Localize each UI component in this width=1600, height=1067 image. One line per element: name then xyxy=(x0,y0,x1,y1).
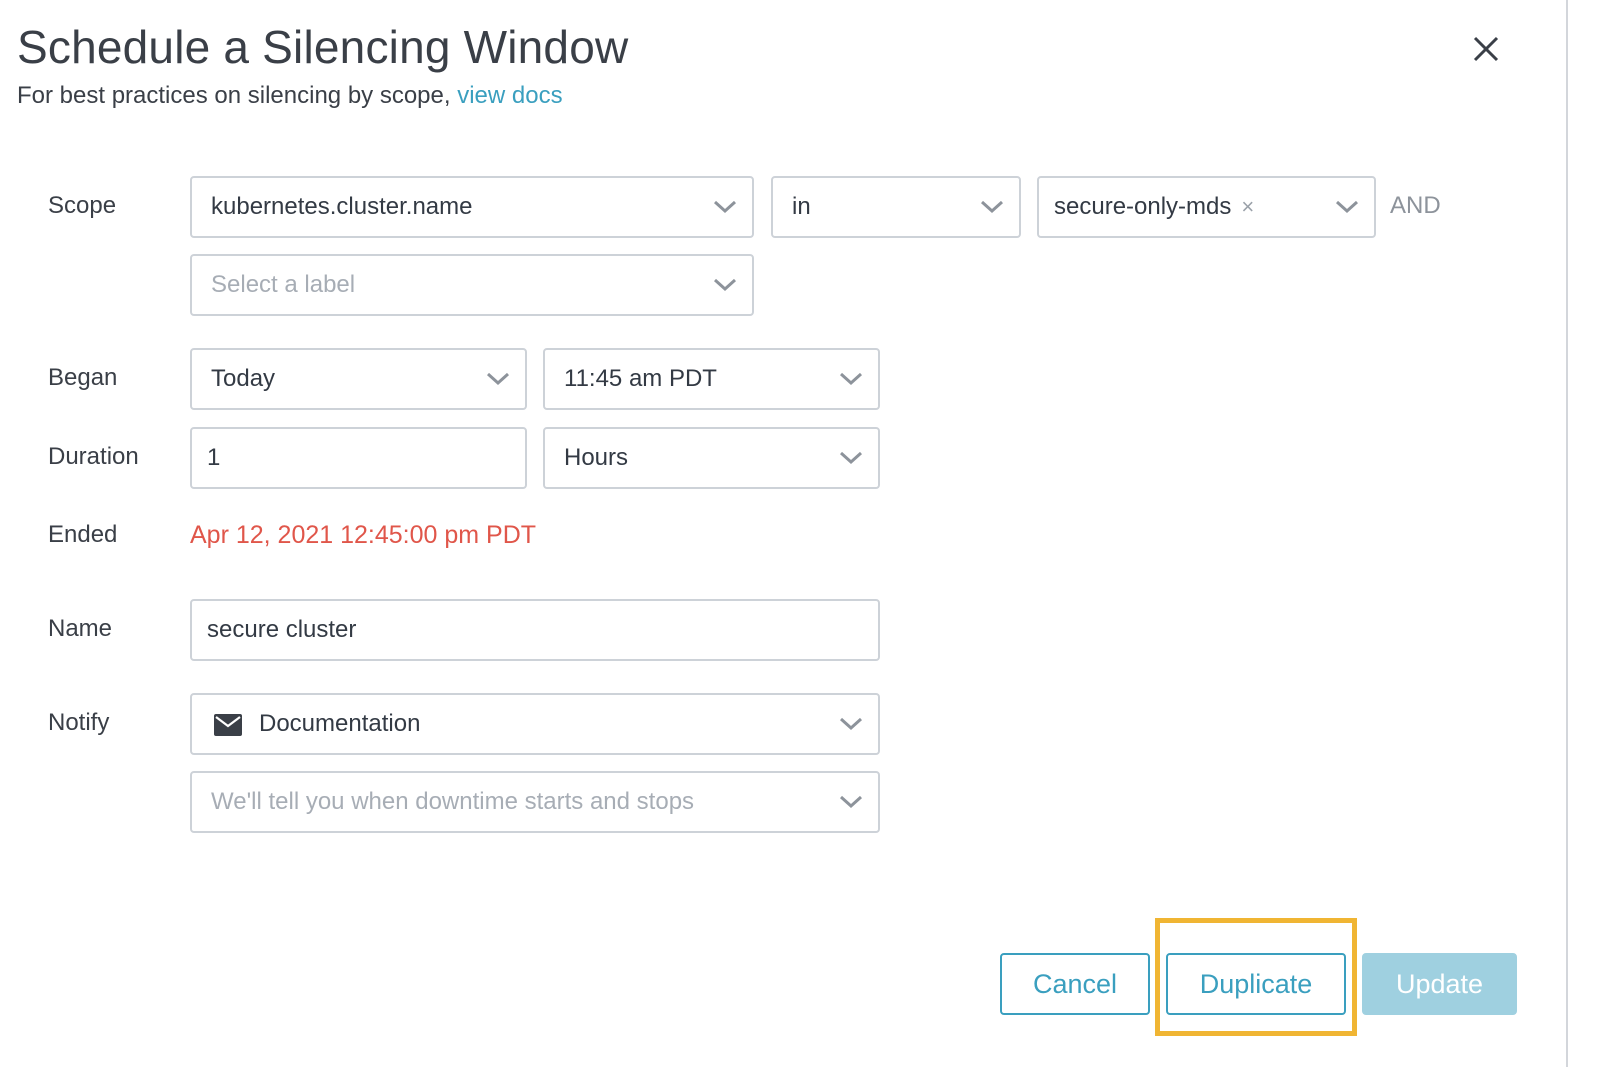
ended-label: Ended xyxy=(48,521,118,548)
scope-value-tag: secure-only-mds xyxy=(1054,193,1232,220)
notify-channel-value: Documentation xyxy=(259,710,421,737)
duration-unit-value: Hours xyxy=(564,444,629,471)
cancel-button[interactable]: Cancel xyxy=(1000,953,1150,1015)
chevron-down-icon xyxy=(839,795,863,809)
scope-value-select[interactable]: secure-only-mds × xyxy=(1037,176,1376,238)
subtitle-text: For best practices on silencing by scope… xyxy=(17,82,458,109)
began-time-select[interactable]: 11:45 am PDT xyxy=(543,348,880,410)
chevron-down-icon xyxy=(713,278,737,292)
chevron-down-icon xyxy=(713,200,737,214)
duration-amount-value: 1 xyxy=(207,444,221,471)
scope-operator-value: in xyxy=(792,193,811,220)
chevron-down-icon xyxy=(486,372,510,386)
update-button[interactable]: Update xyxy=(1362,953,1517,1015)
chevron-down-icon xyxy=(839,451,863,465)
name-input[interactable]: secure cluster xyxy=(190,599,880,661)
began-date-select[interactable]: Today xyxy=(190,348,527,410)
notify-channel-select[interactable]: Documentation xyxy=(190,693,880,755)
dialog-title: Schedule a Silencing Window xyxy=(17,21,629,73)
began-time-value: 11:45 am PDT xyxy=(564,365,717,392)
duration-label: Duration xyxy=(48,443,139,470)
duration-unit-select[interactable]: Hours xyxy=(543,427,880,489)
close-button[interactable] xyxy=(1466,30,1506,70)
add-label-select[interactable]: Select a label xyxy=(190,254,754,316)
close-icon xyxy=(1473,36,1499,62)
scope-key-select[interactable]: kubernetes.cluster.name xyxy=(190,176,754,238)
add-notify-channel-select[interactable]: We'll tell you when downtime starts and … xyxy=(190,771,880,833)
name-label: Name xyxy=(48,615,113,642)
view-docs-link[interactable]: view docs xyxy=(457,82,562,109)
add-label-placeholder: Select a label xyxy=(211,271,356,298)
began-date-value: Today xyxy=(211,365,276,392)
chevron-down-icon xyxy=(839,717,863,731)
envelope-icon xyxy=(214,714,242,736)
began-label: Began xyxy=(48,364,118,391)
silencing-dialog: Schedule a Silencing Window For best pra… xyxy=(0,0,1600,1067)
duration-amount-input[interactable]: 1 xyxy=(190,427,527,489)
duplicate-button[interactable]: Duplicate xyxy=(1166,953,1346,1015)
and-operator-text: AND xyxy=(1390,192,1441,219)
scope-label: Scope xyxy=(48,192,117,219)
scope-key-value: kubernetes.cluster.name xyxy=(211,193,473,220)
scope-operator-select[interactable]: in xyxy=(771,176,1021,238)
dialog-edge xyxy=(1566,0,1568,1067)
chevron-down-icon xyxy=(980,200,1004,214)
chevron-down-icon xyxy=(839,372,863,386)
notify-label: Notify xyxy=(48,709,110,736)
dialog-subtitle: For best practices on silencing by scope… xyxy=(17,80,563,112)
name-value: secure cluster xyxy=(207,616,357,643)
ended-value: Apr 12, 2021 12:45:00 pm PDT xyxy=(190,521,537,549)
chevron-down-icon xyxy=(1335,200,1359,214)
remove-tag-icon[interactable]: × xyxy=(1241,178,1254,236)
add-channel-placeholder: We'll tell you when downtime starts and … xyxy=(211,788,695,815)
